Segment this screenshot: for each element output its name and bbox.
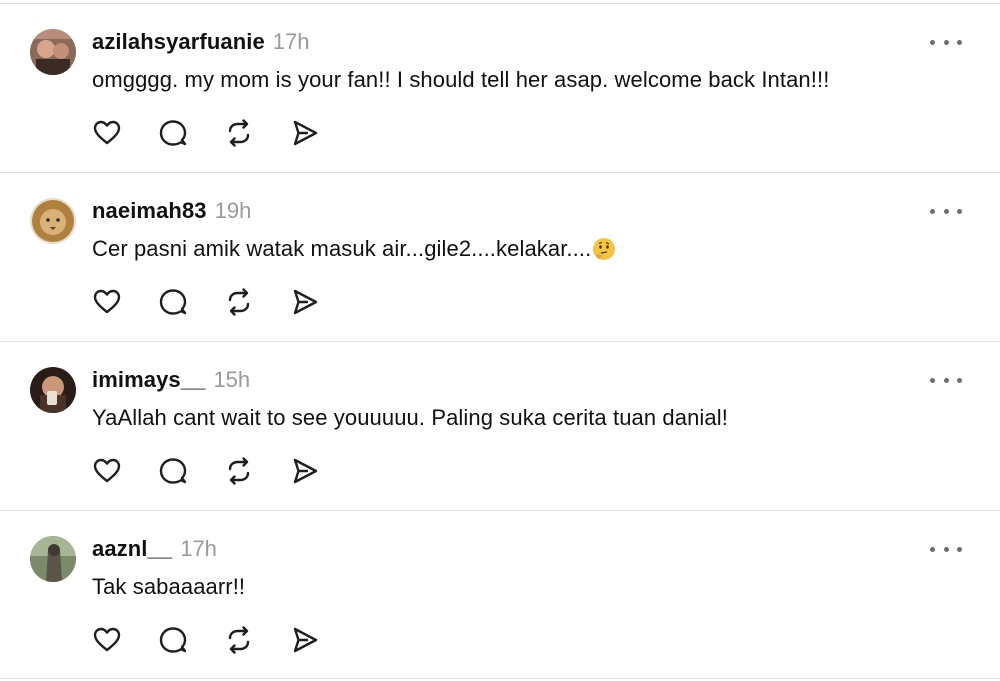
comment-bubble-icon[interactable] bbox=[158, 625, 188, 655]
repost-icon[interactable] bbox=[224, 118, 254, 148]
send-icon[interactable] bbox=[290, 456, 320, 486]
post-header: aaznl__ 17h bbox=[92, 536, 217, 566]
username[interactable]: azilahsyarfuanie bbox=[92, 29, 265, 54]
timestamp: 17h bbox=[272, 29, 310, 54]
more-options-icon[interactable] bbox=[930, 370, 962, 390]
more-options-icon[interactable] bbox=[930, 32, 962, 52]
timestamp: 17h bbox=[180, 536, 217, 561]
username[interactable]: imimays__ bbox=[92, 367, 205, 392]
heart-icon[interactable] bbox=[92, 287, 122, 317]
post-header: imimays__ 15h bbox=[92, 367, 250, 397]
comment-text: YaAllah cant wait to see youuuuu. Paling… bbox=[92, 405, 728, 431]
heart-icon[interactable] bbox=[92, 625, 122, 655]
comment-bubble-icon[interactable] bbox=[158, 287, 188, 317]
username[interactable]: aaznl__ bbox=[92, 536, 172, 561]
send-icon[interactable] bbox=[290, 287, 320, 317]
send-icon[interactable] bbox=[290, 625, 320, 655]
comment-text: omgggg. my mom is your fan!! I should te… bbox=[92, 67, 829, 93]
comment-feed: azilahsyarfuanie 17h omgggg. my mom is yo… bbox=[0, 0, 1000, 681]
comment-bubble-icon[interactable] bbox=[158, 118, 188, 148]
more-options-icon[interactable] bbox=[930, 539, 962, 559]
post-header: naeimah83 19h bbox=[92, 198, 251, 228]
post-header: azilahsyarfuanie 17h bbox=[92, 29, 310, 59]
comment-text-content: Tak sabaaaarr!! bbox=[92, 574, 246, 599]
comment-post: aaznl__ 17h Tak sabaaaarr!! bbox=[0, 510, 1000, 679]
timestamp: 19h bbox=[214, 198, 252, 223]
repost-icon[interactable] bbox=[224, 625, 254, 655]
comment-post: imimays__ 15h YaAllah cant wait to see yo… bbox=[0, 341, 1000, 510]
timestamp: 15h bbox=[213, 367, 251, 392]
comment-text-content: YaAllah cant wait to see youuuuu. Paling… bbox=[92, 405, 728, 430]
username[interactable]: naeimah83 bbox=[92, 198, 207, 223]
avatar[interactable] bbox=[30, 29, 76, 75]
repost-icon[interactable] bbox=[224, 456, 254, 486]
send-icon[interactable] bbox=[290, 118, 320, 148]
repost-icon[interactable] bbox=[224, 287, 254, 317]
comment-text: Tak sabaaaarr!! bbox=[92, 574, 245, 600]
comment-post: azilahsyarfuanie 17h omgggg. my mom is yo… bbox=[0, 3, 1000, 172]
comment-post: naeimah83 19h Cer pasni amik watak masuk … bbox=[0, 172, 1000, 341]
avatar[interactable] bbox=[30, 536, 76, 582]
comment-text: Cer pasni amik watak masuk air...gile2..… bbox=[92, 236, 616, 262]
heart-icon[interactable] bbox=[92, 456, 122, 486]
thinking-face-emoji-icon bbox=[593, 238, 616, 260]
comment-text-content: Cer pasni amik watak masuk air...gile2..… bbox=[92, 236, 592, 261]
avatar[interactable] bbox=[30, 367, 76, 413]
comment-text-content: omgggg. my mom is your fan!! I should te… bbox=[92, 67, 830, 92]
more-options-icon[interactable] bbox=[930, 201, 962, 221]
heart-icon[interactable] bbox=[92, 118, 122, 148]
comment-bubble-icon[interactable] bbox=[158, 456, 188, 486]
avatar[interactable] bbox=[30, 198, 76, 244]
